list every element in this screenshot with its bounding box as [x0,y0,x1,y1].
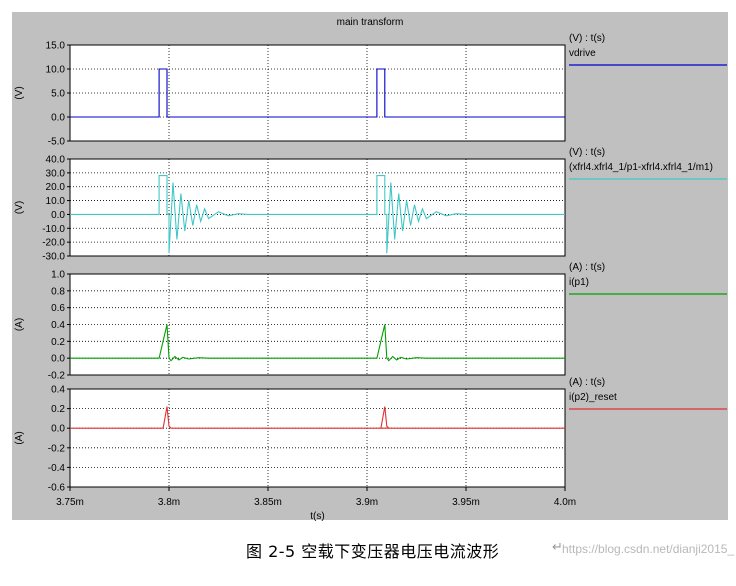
legend-header: (V) : t(s) [569,33,605,44]
plot-area [69,388,566,488]
y-tick-label: 0.2 [51,404,65,415]
chart-title: main transform [337,17,404,28]
x-tick-label: 4.0m [554,497,576,508]
figure: main transform 15.0 10.0 5.0 0.0 -5.0 (V) (V) :… [0,0,736,581]
legend-header: (A) : t(s) [569,262,605,273]
y-tick-label: 10.0 [46,196,66,207]
y-tick-label: -10.0 [42,224,65,235]
y-tick-label: -30.0 [42,252,65,263]
y-axis-label: (V) [14,201,25,214]
y-tick-label: -0.4 [48,463,66,474]
y-tick-label: 10.0 [46,65,66,76]
figure-caption: 图 2-5 空载下变压器电压电流波形 [246,542,500,561]
watermark: https://blog.csdn.net/dianji2015_ [562,542,735,556]
y-tick-label: 5.0 [51,89,65,100]
y-tick-label: 15.0 [46,41,66,52]
y-tick-label: -0.6 [48,483,66,494]
legend-header: (A) : t(s) [569,377,605,388]
y-tick-label: 20.0 [46,182,66,193]
x-tick-label: 3.95m [452,497,480,508]
y-tick-label: 0.4 [51,385,65,396]
x-tick-label: 3.8m [158,497,180,508]
x-tick-label: 3.85m [254,497,282,508]
plot-area [69,158,566,257]
y-tick-label: -0.2 [48,443,66,454]
y-tick-label: -5.0 [48,137,66,148]
y-tick-label: 0.0 [51,113,65,124]
y-tick-label: 1.0 [51,270,65,281]
x-axis-label: t(s) [310,511,324,522]
y-axis-label: (A) [14,318,25,331]
y-axis-label: (V) [14,86,25,99]
y-tick-label: 0.0 [51,210,65,221]
y-tick-label: 0.4 [51,320,65,331]
y-tick-label: -0.2 [48,371,66,382]
y-tick-label: 0.2 [51,337,65,348]
chart-canvas: main transform 15.0 10.0 5.0 0.0 -5.0 (V) (V) :… [12,12,728,522]
caption-bar: 图 2-5 空载下变压器电压电流波形 ↵ https://blog.csdn.n… [0,538,736,570]
y-tick-label: 40.0 [46,155,66,166]
y-tick-label: -20.0 [42,238,65,249]
y-tick-label: 0.6 [51,303,65,314]
legend-series-name: (xfrl4.xfrl4_1/p1-xfrl4.xfrl4_1/m1) [569,162,713,173]
x-tick-label: 3.9m [356,497,378,508]
legend-series-name: i(p1) [569,277,589,288]
y-tick-label: 0.0 [51,354,65,365]
y-tick-label: 30.0 [46,168,66,179]
legend-header: (V) : t(s) [569,147,605,158]
y-axis-label: (A) [14,431,25,444]
legend-series-name: i(p2)_reset [569,392,617,403]
x-tick-label: 3.75m [56,497,84,508]
y-tick-label: 0.8 [51,286,65,297]
legend-series-name: vdrive [569,48,596,59]
y-tick-label: 0.0 [51,424,65,435]
